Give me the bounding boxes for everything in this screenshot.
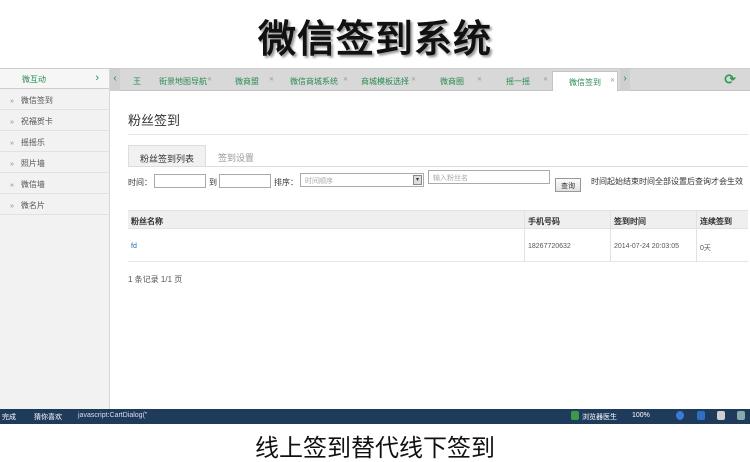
refresh-icon[interactable]: ⟳ (724, 71, 736, 88)
sidebar-item-label: 微信墙 (20, 180, 45, 189)
tab-label: 微信签到 (569, 78, 601, 87)
caption: 线上签到替代线下签到 (255, 434, 495, 462)
app-window: 微互动 › » 微信签到 » 祝福贺卡 » 摇摇乐 » 照片墙 » 微信墙 » 微名片 ‹ … (0, 68, 750, 424)
tab-label: 微商圈 (440, 77, 464, 86)
sort-label: 排序： (274, 178, 298, 187)
chevron-right-icon[interactable]: › (95, 72, 99, 84)
tab-label: 街景地图导航 (159, 77, 207, 86)
column-header-streak: 连续签到 (696, 211, 748, 228)
main-content: 粉丝签到 粉丝签到列表 签到设置 时间： 到 排序： 时间顺序 ▾ 输入粉丝名 … (110, 92, 750, 409)
tab-item[interactable]: 摇一摇 ✕ (486, 71, 550, 91)
shield-icon[interactable] (571, 411, 579, 420)
sidebar-item-checkin[interactable]: » 微信签到 (0, 89, 109, 110)
column-header-fan-name: 粉丝名称 (131, 217, 163, 226)
sidebar-item-wechat-wall[interactable]: » 微信墙 (0, 173, 109, 194)
sidebar: 微互动 › » 微信签到 » 祝福贺卡 » 摇摇乐 » 照片墙 » 微信墙 » 微名片 (0, 69, 110, 409)
tab-item[interactable]: 商城模板选择 ✕ (352, 71, 418, 91)
tab-label: 王 (133, 77, 141, 86)
sidebar-item-label: 照片墙 (20, 159, 45, 168)
sidebar-item-label: 微名片 (20, 201, 45, 210)
table-row[interactable]: fd 18267720632 2014-07-24 20:03:05 0天 (128, 229, 748, 262)
menu-icon[interactable] (717, 411, 725, 420)
close-icon[interactable]: ✕ (477, 76, 482, 83)
tab-scroll-left-icon[interactable]: ‹ (110, 69, 120, 91)
close-icon[interactable]: ✕ (343, 76, 348, 83)
cell-phone: 18267720632 (524, 229, 610, 261)
bullet-icon: » (10, 98, 14, 105)
filter-hint: 时间起始结束时间全部设置后查询才会生效 (591, 177, 743, 186)
sidebar-item-greeting-card[interactable]: » 祝福贺卡 (0, 110, 109, 131)
tab-label: 微信商城系统 (290, 77, 338, 86)
tab-label: 商城模板选择 (361, 77, 409, 86)
pagination-info: 1 条记录 1/1 页 (128, 275, 183, 284)
page-title: 粉丝签到 (128, 113, 181, 128)
tab-bar: ‹ 王 街景地图导航 ✕ 微商盟 ✕ 微信商城系统 ✕ 商城模板选择 ✕ 微商圈 ✕ 摇一… (110, 69, 750, 91)
sidebar-item-label: 微信签到 (20, 96, 53, 105)
status-done: 完成 (2, 414, 16, 421)
tab-checkin-settings[interactable]: 签到设置 (210, 145, 262, 166)
sidebar-item-photo-wall[interactable]: » 照片墙 (0, 152, 109, 173)
sidebar-header[interactable]: 微互动 › (0, 69, 109, 89)
tab-item[interactable]: 街景地图导航 ✕ (152, 71, 214, 91)
tab-item[interactable]: 微商盟 ✕ (218, 71, 276, 91)
zoom-level[interactable]: 100% (632, 412, 650, 419)
column-header-checkin-time: 签到时间 (610, 211, 696, 228)
divider (128, 166, 748, 167)
headline: 微信签到系统 (257, 17, 492, 61)
bullet-icon: » (10, 182, 14, 189)
close-icon[interactable]: ✕ (543, 76, 548, 83)
cell-checkin-time: 2014-07-24 20:03:05 (610, 229, 696, 261)
browser-icon[interactable] (676, 411, 684, 420)
sidebar-item-shake[interactable]: » 摇摇乐 (0, 131, 109, 152)
tab-label: 微商盟 (235, 77, 259, 86)
close-icon[interactable]: ✕ (411, 76, 416, 83)
sidebar-header-label: 微互动 (22, 75, 46, 84)
column-header-phone: 手机号码 (524, 211, 610, 228)
table-header: 粉丝名称 手机号码 签到时间 连续签到 (128, 210, 748, 229)
to-label: 到 (209, 178, 217, 187)
tab-item[interactable]: 微信商城系统 ✕ (278, 71, 350, 91)
status-url: javascript:CartDialog(" (78, 412, 148, 419)
sidebar-item-label: 祝福贺卡 (20, 117, 53, 126)
time-label: 时间： (128, 178, 152, 187)
end-time-input[interactable] (219, 174, 271, 188)
fan-name-search-input[interactable]: 输入粉丝名 (428, 170, 550, 184)
close-icon[interactable]: ✕ (207, 76, 212, 83)
close-icon[interactable]: ✕ (269, 76, 274, 83)
browser-doctor[interactable]: 浏览器医生 (582, 412, 617, 422)
tab-label: 摇一摇 (506, 77, 530, 86)
bullet-icon: » (10, 119, 14, 126)
guess-you-like-link[interactable]: 猜你喜欢 (34, 412, 62, 422)
tab-item[interactable]: 王 (122, 71, 152, 91)
tab-checkin-list[interactable]: 粉丝签到列表 (128, 145, 206, 166)
sidebar-item-business-card[interactable]: » 微名片 (0, 194, 109, 215)
sort-select[interactable]: 时间顺序 ▾ (300, 173, 424, 187)
bullet-icon: » (10, 161, 14, 168)
sort-select-value: 时间顺序 (305, 178, 333, 185)
tab-item[interactable]: 微商圈 ✕ (420, 71, 484, 91)
close-icon[interactable]: ✕ (610, 77, 615, 84)
tab-scroll-right-icon[interactable]: › (620, 69, 630, 91)
status-bar: 完成 猜你喜欢 javascript:CartDialog(" 浏览器医生 10… (0, 409, 750, 424)
bullet-icon: » (10, 203, 14, 210)
tab-item-active[interactable]: 微信签到 ✕ (552, 71, 618, 91)
start-time-input[interactable] (154, 174, 206, 188)
bullet-icon: » (10, 140, 14, 147)
sidebar-item-label: 摇摇乐 (20, 138, 45, 147)
search-button[interactable]: 查询 (555, 178, 581, 192)
download-icon[interactable] (697, 411, 705, 420)
divider (128, 134, 748, 135)
cell-streak: 0天 (696, 229, 748, 261)
settings-icon[interactable] (737, 411, 745, 420)
cell-fan-name[interactable]: fd (128, 229, 524, 261)
chevron-down-icon[interactable]: ▾ (413, 175, 422, 185)
